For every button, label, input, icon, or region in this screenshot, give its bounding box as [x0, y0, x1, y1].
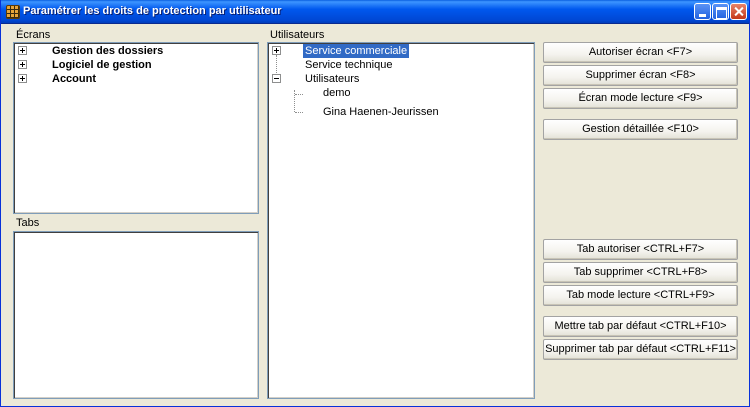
- window-title: Paramétrer les droits de protection par …: [23, 5, 282, 17]
- title-bar[interactable]: Paramétrer les droits de protection par …: [1, 0, 749, 24]
- minimize-icon[interactable]: [694, 3, 711, 20]
- supprimer-tab-defaut-button[interactable]: Supprimer tab par défaut <CTRL+F11>: [543, 339, 738, 360]
- tree-item-label: Utilisateurs: [305, 73, 360, 85]
- utilisateurs-tree[interactable]: Service commerciale Service technique Ut…: [267, 42, 535, 399]
- close-icon[interactable]: [730, 3, 747, 20]
- expand-plus-icon[interactable]: [18, 74, 27, 83]
- tree-item-label: Gestion des dossiers: [52, 45, 164, 57]
- ecran-lecture-button[interactable]: Écran mode lecture <F9>: [543, 88, 738, 109]
- tree-connector: [295, 94, 303, 95]
- tree-item-label: Account: [52, 73, 96, 85]
- tree-item-label: Service technique: [305, 59, 393, 71]
- main-window: Paramétrer les droits de protection par …: [0, 0, 750, 407]
- autoriser-ecran-button[interactable]: Autoriser écran <F7>: [543, 42, 738, 63]
- tree-item-label: Gina Haenen-Jeurissen: [323, 106, 439, 118]
- expand-plus-icon[interactable]: [18, 60, 27, 69]
- tree-item-label: demo: [323, 87, 351, 99]
- tab-supprimer-button[interactable]: Tab supprimer <CTRL+F8>: [543, 262, 738, 283]
- tabs-list[interactable]: [13, 231, 259, 399]
- tabs-label: Tabs: [16, 217, 40, 229]
- tree-item-label: Logiciel de gestion: [52, 59, 152, 71]
- utilisateurs-label: Utilisateurs: [270, 29, 325, 41]
- ecrans-tree[interactable]: Gestion des dossiers Logiciel de gestion…: [13, 42, 259, 214]
- collapse-minus-icon[interactable]: [272, 74, 281, 83]
- supprimer-ecran-button[interactable]: Supprimer écran <F8>: [543, 65, 738, 86]
- tab-defaut-button[interactable]: Mettre tab par défaut <CTRL+F10>: [543, 316, 738, 337]
- tree-connector: [295, 112, 303, 113]
- grid-icon: [6, 5, 20, 19]
- tab-lecture-button[interactable]: Tab mode lecture <CTRL+F9>: [543, 285, 738, 306]
- ecrans-label: Écrans: [16, 29, 51, 41]
- maximize-icon[interactable]: [712, 3, 729, 20]
- expand-plus-icon[interactable]: [272, 46, 281, 55]
- tree-item-label: Service commerciale: [303, 44, 410, 58]
- tab-autoriser-button[interactable]: Tab autoriser <CTRL+F7>: [543, 239, 738, 260]
- expand-plus-icon[interactable]: [18, 46, 27, 55]
- gestion-detaillee-button[interactable]: Gestion détaillée <F10>: [543, 119, 738, 140]
